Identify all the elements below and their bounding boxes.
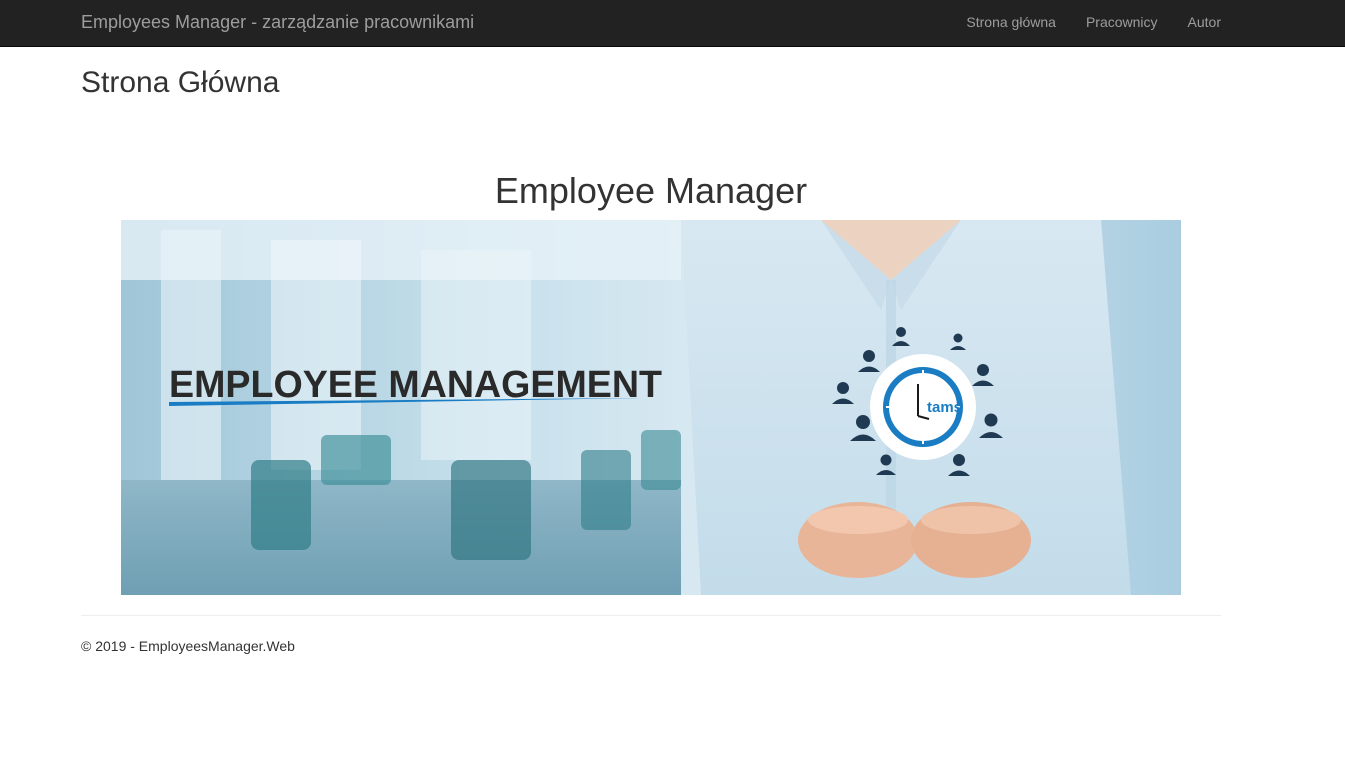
- brand-link[interactable]: Employees Manager - zarządzanie pracowni…: [81, 12, 474, 33]
- logo-text: tams: [927, 399, 962, 416]
- banner-heading: Employee Manager: [494, 170, 808, 211]
- page-title: Strona Główna: [81, 66, 280, 99]
- banner-image: EMPLOYEE MANAGEMENT tams: [121, 220, 1181, 595]
- footer-copyright: © 2019 - EmployeesManager.Web: [81, 638, 295, 654]
- nav-link-employees[interactable]: Pracownicy: [1086, 14, 1158, 30]
- nav-link-home[interactable]: Strona główna: [966, 14, 1056, 30]
- banner-headline: EMPLOYEE MANAGEMENT: [169, 364, 662, 406]
- top-navbar: Employees Manager - zarządzanie pracowni…: [0, 0, 1345, 47]
- nav-links: Strona główna Pracownicy Autor: [966, 14, 1221, 30]
- footer-divider: [81, 615, 1221, 616]
- nav-link-author[interactable]: Autor: [1188, 14, 1221, 30]
